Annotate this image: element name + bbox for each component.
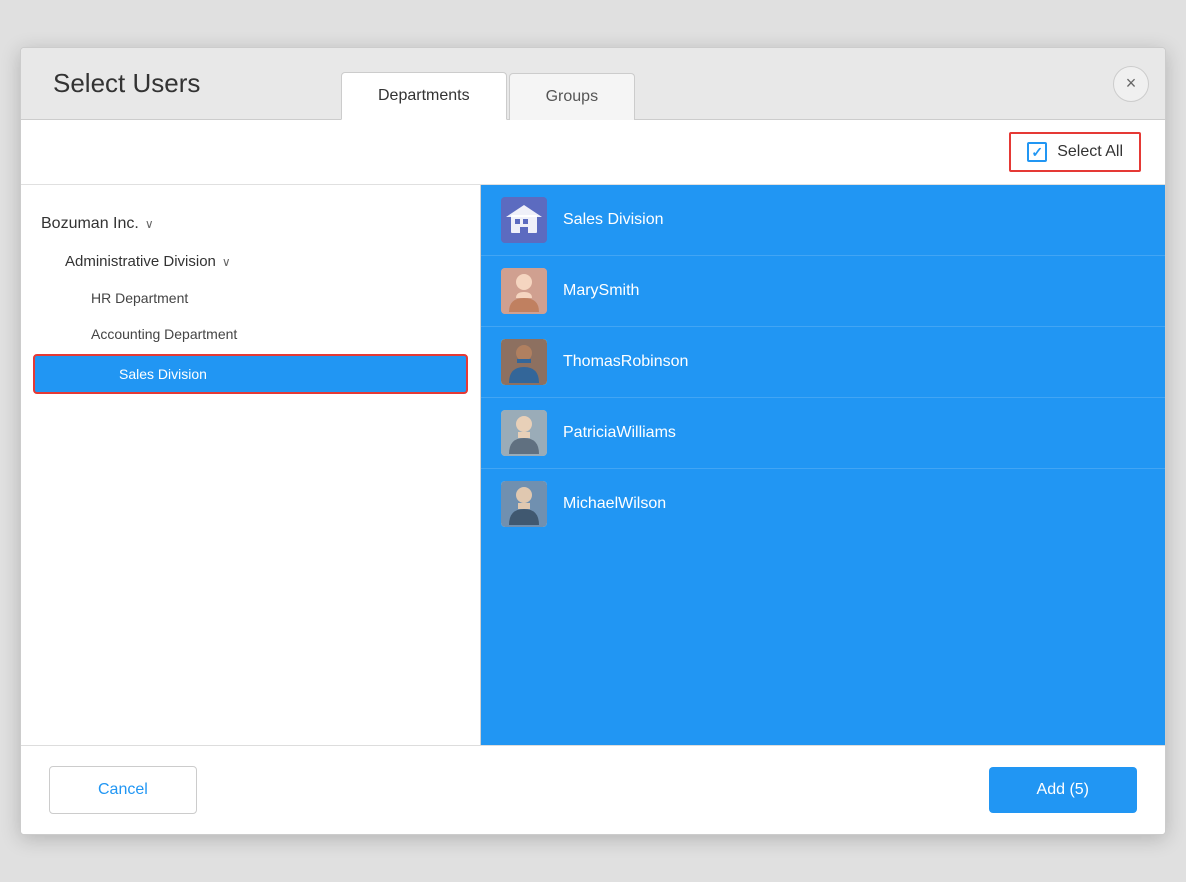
chevron-down-icon: ∨ (145, 217, 154, 231)
list-item[interactable]: Sales Division (481, 185, 1165, 256)
tree-item-label: Bozuman Inc. (41, 215, 139, 233)
checkbox-checkmark: ✓ (1031, 144, 1043, 161)
tree-panel: Bozuman Inc. ∨ Administrative Division ∨… (21, 185, 481, 745)
avatar (501, 197, 547, 243)
item-name: PatriciaWilliams (563, 424, 676, 442)
list-item[interactable]: MichaelWilson (481, 469, 1165, 539)
tree-item-hr-dept[interactable]: HR Department (21, 280, 480, 316)
select-users-dialog: Select Users Departments Groups × ✓ Sele… (20, 47, 1166, 835)
select-all-label: Select All (1057, 143, 1123, 161)
item-name: ThomasRobinson (563, 353, 688, 371)
item-name: MichaelWilson (563, 495, 666, 513)
tabs-area: Departments Groups (341, 48, 1097, 119)
avatar (501, 268, 547, 314)
title-area: Select Users (21, 48, 341, 119)
list-item[interactable]: MarySmith (481, 256, 1165, 327)
tree-item-label: Administrative Division (65, 253, 216, 270)
tree-item-admin-div[interactable]: Administrative Division ∨ (21, 243, 480, 280)
select-all-checkbox[interactable]: ✓ (1027, 142, 1047, 162)
dialog-header: Select Users Departments Groups × (21, 48, 1165, 120)
tab-departments[interactable]: Departments (341, 72, 507, 120)
avatar (501, 410, 547, 456)
list-panel: Sales Division MarySmith (481, 185, 1165, 745)
chevron-down-icon: ∨ (222, 255, 231, 269)
tree-item-label: Accounting Department (91, 326, 237, 342)
tab-groups[interactable]: Groups (509, 73, 635, 120)
list-item[interactable]: ThomasRobinson (481, 327, 1165, 398)
tree-item-label: Sales Division (119, 366, 207, 382)
tree-item-bozuman[interactable]: Bozuman Inc. ∨ (21, 205, 480, 243)
dialog-footer: Cancel Add (5) (21, 745, 1165, 834)
item-name: Sales Division (563, 211, 663, 229)
main-content: Bozuman Inc. ∨ Administrative Division ∨… (21, 185, 1165, 745)
dialog-title: Select Users (53, 68, 200, 99)
tree-item-accounting-dept[interactable]: Accounting Department (21, 316, 480, 352)
avatar (501, 481, 547, 527)
add-button[interactable]: Add (5) (989, 767, 1137, 813)
tree-item-label: HR Department (91, 290, 188, 306)
cancel-button[interactable]: Cancel (49, 766, 197, 814)
close-button[interactable]: × (1113, 66, 1149, 102)
select-all-bar: ✓ Select All (21, 120, 1165, 185)
avatar (501, 339, 547, 385)
item-name: MarySmith (563, 282, 639, 300)
list-item[interactable]: PatriciaWilliams (481, 398, 1165, 469)
select-all-control[interactable]: ✓ Select All (1009, 132, 1141, 172)
tree-item-sales-div[interactable]: Sales Division (33, 354, 468, 394)
close-btn-area: × (1097, 48, 1165, 119)
